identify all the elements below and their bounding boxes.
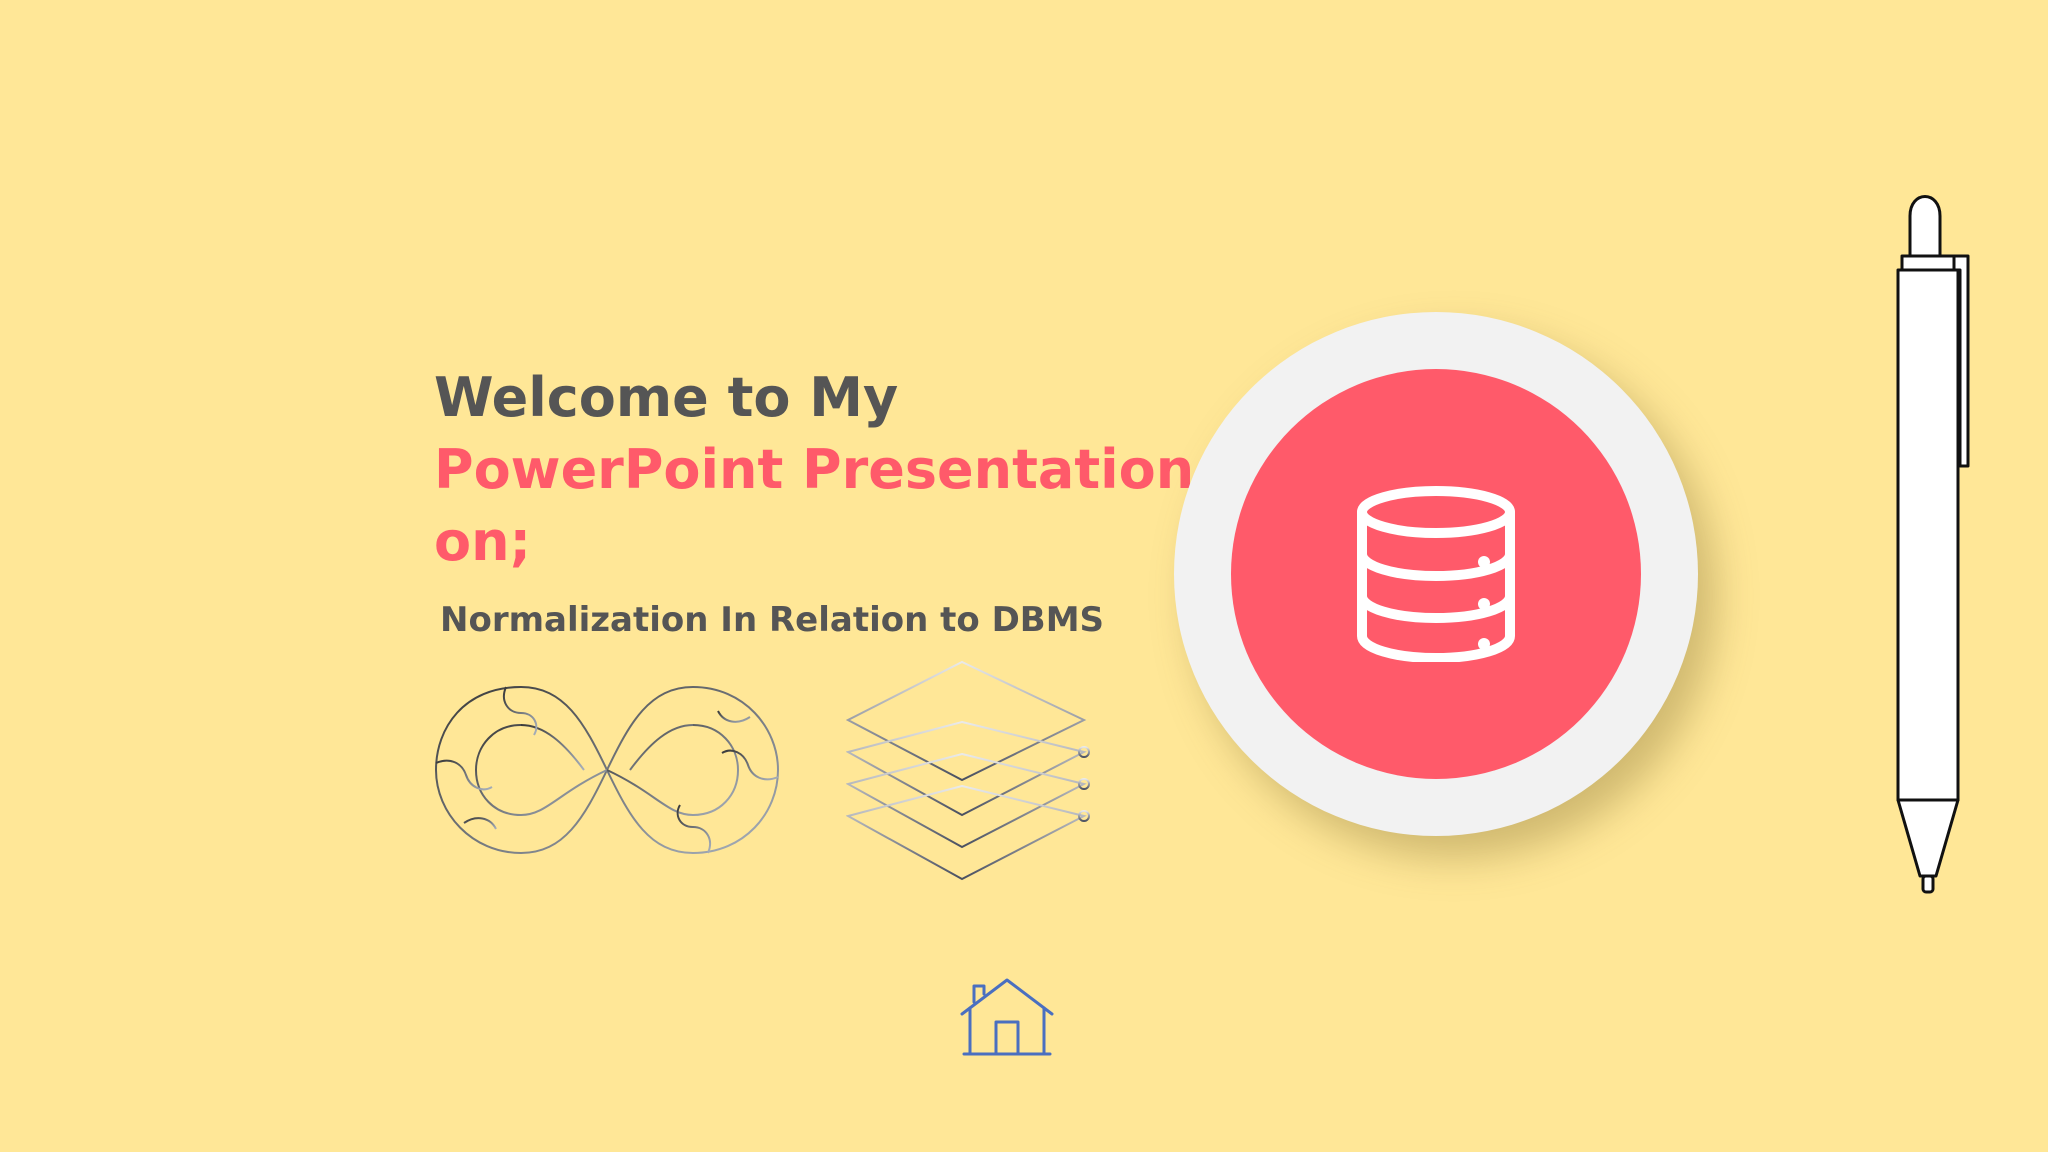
home-icon[interactable] (960, 978, 1054, 1058)
pen-icon (1896, 195, 1970, 894)
database-icon (1357, 486, 1515, 662)
title-block: Welcome to My PowerPoint Presentation on… (434, 362, 1195, 578)
database-badge (1174, 312, 1698, 836)
subtitle: Normalization In Relation to DBMS (440, 600, 1105, 640)
title-line-powerpoint: PowerPoint Presentation (434, 438, 1195, 501)
title-line-on: on; (434, 510, 532, 573)
infinity-icon (434, 685, 780, 855)
database-badge-inner (1231, 369, 1641, 779)
layers-icon (846, 660, 1090, 881)
title-line-welcome: Welcome to My (434, 366, 899, 429)
slide: Welcome to My PowerPoint Presentation on… (0, 0, 2048, 1152)
